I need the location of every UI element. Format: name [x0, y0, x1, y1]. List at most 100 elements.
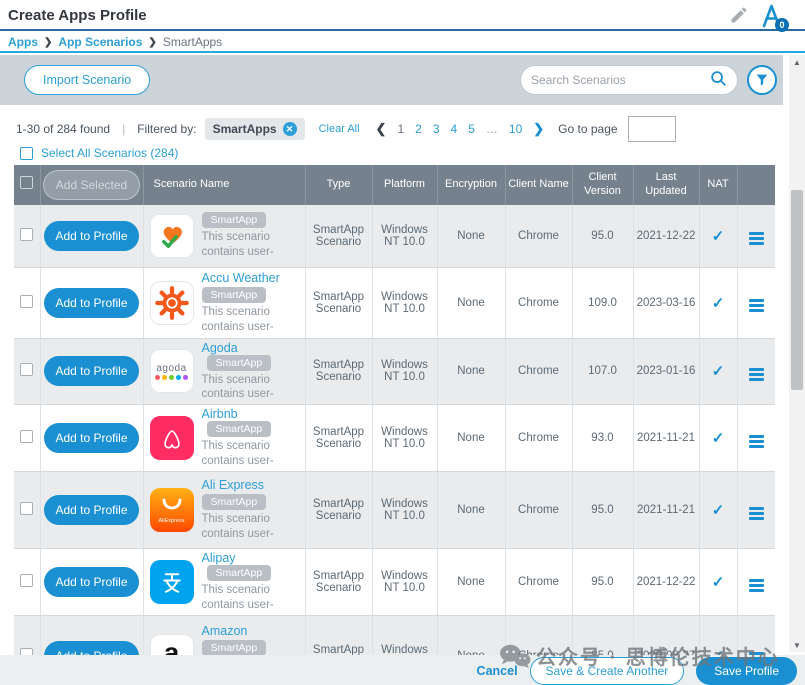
page-4[interactable]: 4	[451, 122, 458, 136]
platform-cell: Windows NT 10.0	[372, 472, 437, 549]
add-to-profile-button[interactable]: Add to Profile	[44, 356, 138, 386]
search-input[interactable]	[531, 73, 709, 87]
filter-button[interactable]	[747, 65, 777, 95]
row-menu-icon[interactable]	[749, 507, 764, 520]
client-name-cell: Chrome	[505, 472, 572, 549]
smartapp-badge: SmartApp	[202, 287, 267, 303]
header-scenario-name: Scenario Name	[143, 165, 305, 205]
page-1[interactable]: 1	[397, 122, 404, 136]
apps-counter-icon[interactable]: 0	[759, 3, 787, 31]
row-checkbox[interactable]	[20, 363, 33, 376]
chevron-right-icon: ❯	[44, 37, 52, 48]
search-icon[interactable]	[709, 69, 727, 92]
add-to-profile-button[interactable]: Add to Profile	[44, 423, 138, 453]
type-cell: SmartApp Scenario	[305, 205, 372, 267]
divider: |	[122, 122, 125, 136]
row-menu-icon[interactable]	[749, 299, 764, 312]
type-cell: SmartApp Scenario	[305, 405, 372, 472]
cancel-button[interactable]: Cancel	[477, 664, 518, 678]
client-version-cell: 95.0	[572, 205, 633, 267]
row-checkbox[interactable]	[20, 574, 33, 587]
add-to-profile-button[interactable]: Add to Profile	[44, 495, 138, 525]
row-checkbox[interactable]	[20, 228, 33, 241]
breadcrumb-apps[interactable]: Apps	[8, 35, 38, 49]
type-cell: SmartApp Scenario	[305, 472, 372, 549]
smartapp-badge: SmartApp	[207, 421, 272, 437]
add-selected-button[interactable]: Add Selected	[43, 170, 140, 200]
select-all-checkbox[interactable]	[20, 147, 33, 160]
save-and-create-another-button[interactable]: Save & Create Another	[530, 657, 685, 685]
pagination: ❮ 1 2 3 4 5 … 10 ❯	[376, 121, 545, 137]
table-header-row: Add Selected Scenario Name Type Platform…	[14, 165, 775, 205]
client-version-cell: 109.0	[572, 267, 633, 338]
scenario-name-link[interactable]: Accu Weather	[202, 271, 280, 285]
health-heart-check-icon	[150, 214, 194, 258]
platform-cell: Windows NT 10.0	[372, 338, 437, 405]
row-menu-icon[interactable]	[749, 579, 764, 592]
vertical-scrollbar[interactable]: ▲ ▼	[789, 55, 805, 652]
row-menu-icon[interactable]	[749, 232, 764, 245]
funnel-icon	[754, 72, 770, 88]
row-checkbox[interactable]	[20, 502, 33, 515]
prev-page-icon[interactable]: ❮	[376, 121, 387, 137]
header-actions	[737, 165, 775, 205]
add-to-profile-button[interactable]: Add to Profile	[44, 221, 138, 251]
edit-pencil-icon[interactable]	[729, 5, 749, 30]
select-all-label: Select All Scenarios (284)	[41, 146, 178, 160]
row-menu-icon[interactable]	[749, 368, 764, 381]
encryption-cell: None	[437, 405, 505, 472]
client-name-cell: Chrome	[505, 405, 572, 472]
scenario-name-link[interactable]: Ali Express	[202, 478, 265, 492]
nat-check-icon: ✓	[712, 363, 725, 380]
import-scenario-button[interactable]: Import Scenario	[24, 65, 150, 95]
page-2[interactable]: 2	[415, 122, 422, 136]
add-to-profile-button[interactable]: Add to Profile	[44, 567, 138, 597]
chip-close-icon[interactable]: ✕	[283, 122, 297, 136]
scroll-up-icon[interactable]: ▲	[789, 55, 805, 69]
table-row: Add to Profile agoda Agoda SmartApp This…	[14, 338, 775, 405]
add-to-profile-button[interactable]: Add to Profile	[44, 288, 138, 318]
last-updated-cell: 2021-12-22	[633, 549, 699, 616]
header-checkbox-cell	[14, 165, 40, 205]
type-cell: SmartApp Scenario	[305, 338, 372, 405]
page-3[interactable]: 3	[433, 122, 440, 136]
airbnb-icon	[150, 416, 194, 460]
scroll-down-icon[interactable]: ▼	[789, 638, 805, 652]
clear-all-link[interactable]: Clear All	[319, 123, 360, 135]
scrollbar-thumb[interactable]	[791, 190, 803, 390]
results-count: 1-30 of 284 found	[16, 122, 110, 136]
header-checkbox[interactable]	[20, 176, 33, 189]
breadcrumb: Apps ❯ App Scenarios ❯ SmartApps	[0, 33, 805, 53]
smartapp-badge: SmartApp	[202, 640, 267, 656]
client-version-cell: 95.0	[572, 472, 633, 549]
page-title: Create Apps Profile	[8, 7, 147, 24]
search-box	[520, 65, 738, 95]
client-version-cell: 93.0	[572, 405, 633, 472]
header-client-version: Client Version	[572, 165, 633, 205]
page-10[interactable]: 10	[509, 122, 522, 136]
goto-page-input[interactable]	[628, 116, 676, 142]
scenario-name-link[interactable]: Agoda	[202, 341, 238, 355]
select-all-row[interactable]: Select All Scenarios (284)	[20, 146, 178, 160]
table-row: Add to Profile Airbnb SmartApp This scen…	[14, 405, 775, 472]
scenario-name-link[interactable]: Airbnb	[202, 407, 238, 421]
row-checkbox[interactable]	[20, 430, 33, 443]
accuweather-sun-icon	[150, 281, 194, 325]
table-row: Add to Profile Alipay SmartApp This scen…	[14, 549, 775, 616]
row-checkbox[interactable]	[20, 295, 33, 308]
row-menu-icon[interactable]	[749, 435, 764, 448]
platform-cell: Windows NT 10.0	[372, 205, 437, 267]
scenario-name-link[interactable]: Alipay	[202, 551, 236, 565]
last-updated-cell: 2021-12-22	[633, 205, 699, 267]
smartapp-badge: SmartApp	[202, 212, 267, 228]
toolbar: Import Scenario	[0, 55, 783, 105]
breadcrumb-app-scenarios[interactable]: App Scenarios	[58, 35, 142, 49]
goto-page-label: Go to page	[558, 122, 617, 136]
page-5[interactable]: 5	[468, 122, 475, 136]
scenario-name-link[interactable]: Amazon	[202, 624, 248, 638]
scenario-description: This scenario contains user-	[202, 305, 303, 335]
scenario-description: This scenario contains user-	[202, 439, 303, 469]
next-page-icon[interactable]: ❯	[533, 121, 544, 137]
smartapp-badge: SmartApp	[207, 355, 272, 371]
save-profile-button[interactable]: Save Profile	[696, 657, 797, 685]
